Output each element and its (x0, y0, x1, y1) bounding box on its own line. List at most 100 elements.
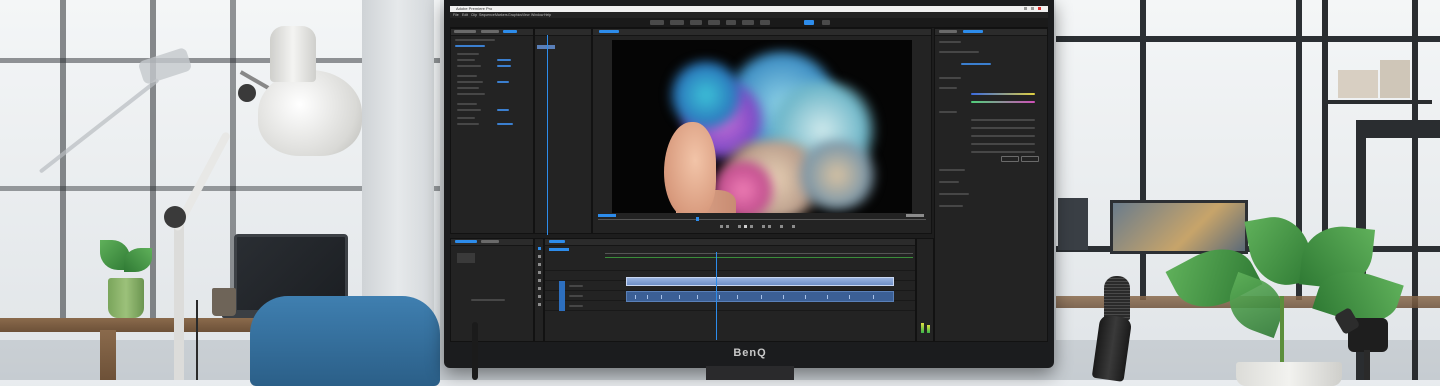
audio-clip[interactable] (626, 291, 894, 302)
property-row[interactable] (939, 77, 961, 79)
panel-tab[interactable] (481, 240, 499, 243)
mini-clip[interactable] (537, 45, 555, 49)
property-row[interactable] (455, 45, 485, 47)
ink-cloud (792, 140, 882, 210)
property-row[interactable] (939, 111, 957, 113)
workspace-tab[interactable] (708, 20, 720, 25)
property-row[interactable] (457, 75, 477, 77)
property-row[interactable] (939, 41, 961, 43)
workspace-tab[interactable] (742, 20, 754, 25)
slider-track[interactable] (971, 101, 1035, 103)
workspace-tab[interactable] (650, 20, 664, 25)
pen-tool-icon[interactable] (538, 287, 541, 290)
property-row[interactable] (939, 51, 979, 53)
panel-tab-active[interactable] (503, 30, 517, 33)
property-value[interactable] (497, 81, 509, 83)
track-select-icon[interactable] (538, 255, 541, 258)
property-row[interactable] (457, 103, 477, 105)
track-target-highlight[interactable] (559, 281, 565, 311)
track-header[interactable] (569, 285, 583, 287)
settings-icon[interactable] (792, 225, 795, 228)
selection-tool-icon[interactable] (538, 247, 541, 250)
auto-button[interactable] (1021, 156, 1039, 162)
workspace-tab[interactable] (822, 20, 830, 25)
property-row[interactable] (457, 123, 479, 125)
property-value[interactable] (497, 123, 513, 125)
step-forward-icon[interactable] (750, 225, 753, 228)
workspace-tab[interactable] (726, 20, 736, 25)
section-header[interactable] (939, 205, 963, 207)
slider-track[interactable] (971, 135, 1035, 137)
reset-button[interactable] (1001, 156, 1019, 162)
project-item-label[interactable] (471, 299, 505, 301)
scrub-bar[interactable] (598, 219, 926, 220)
lut-dropdown[interactable] (961, 63, 991, 65)
property-row[interactable] (457, 109, 481, 111)
slider-track[interactable] (971, 143, 1035, 145)
effect-controls-panel (450, 28, 534, 234)
work-area-bar[interactable] (605, 257, 913, 258)
source-timeline-panel (534, 28, 592, 235)
track-row-a2[interactable] (545, 301, 915, 311)
play-icon[interactable] (744, 225, 747, 228)
property-value[interactable] (497, 59, 511, 61)
property-row[interactable] (457, 65, 481, 67)
property-row[interactable] (457, 87, 479, 89)
section-header[interactable] (939, 181, 959, 183)
panel-tab-active[interactable] (963, 30, 983, 33)
subject-face (664, 122, 716, 213)
workspace-tab-active[interactable] (804, 20, 814, 25)
property-row[interactable] (457, 81, 483, 83)
slider-track[interactable] (971, 151, 1035, 153)
minimize-icon[interactable] (1024, 7, 1027, 10)
panel-tab-active[interactable] (549, 240, 565, 243)
panel-tab[interactable] (939, 30, 957, 33)
property-value[interactable] (497, 109, 509, 111)
close-icon[interactable] (1038, 7, 1041, 10)
source-playhead[interactable] (547, 35, 548, 235)
playhead-marker[interactable] (696, 217, 699, 221)
timecode-right (906, 214, 924, 217)
maximize-icon[interactable] (1031, 7, 1034, 10)
video-clip[interactable] (626, 277, 894, 286)
track-header[interactable] (569, 305, 583, 307)
property-row[interactable] (457, 93, 485, 95)
section-header[interactable] (939, 169, 965, 171)
workspace-tab[interactable] (670, 20, 684, 25)
panel-tab-active[interactable] (599, 30, 619, 33)
monitor-screen: Adobe Premiere Pro File Edit Clip Sequen… (450, 6, 1048, 342)
lift-icon[interactable] (762, 225, 765, 228)
razor-tool-icon[interactable] (538, 271, 541, 274)
track-row-v3[interactable] (545, 261, 915, 271)
project-item-thumbnail[interactable] (457, 253, 475, 263)
slider-track[interactable] (971, 93, 1035, 95)
export-frame-icon[interactable] (780, 225, 783, 228)
property-row[interactable] (457, 117, 475, 119)
track-header[interactable] (569, 295, 583, 297)
time-ruler[interactable] (605, 253, 913, 254)
workspace-tab[interactable] (690, 20, 702, 25)
panel-tab-active[interactable] (455, 240, 477, 243)
step-back-icon[interactable] (738, 225, 741, 228)
panel-header (545, 239, 915, 246)
property-row[interactable] (457, 59, 475, 61)
timeline-playhead[interactable] (716, 252, 717, 340)
mark-out-icon[interactable] (726, 225, 729, 228)
property-row[interactable] (457, 53, 479, 55)
property-row[interactable] (455, 39, 495, 41)
panel-tab[interactable] (454, 30, 476, 33)
hand-tool-icon[interactable] (538, 295, 541, 298)
workspace-tab[interactable] (760, 20, 770, 25)
property-row[interactable] (939, 87, 957, 89)
extract-icon[interactable] (768, 225, 771, 228)
section-header[interactable] (939, 193, 969, 195)
ripple-edit-icon[interactable] (538, 263, 541, 266)
slider-track[interactable] (971, 127, 1035, 129)
type-tool-icon[interactable] (538, 303, 541, 306)
mark-in-icon[interactable] (720, 225, 723, 228)
ink-cloud (666, 60, 746, 130)
property-value[interactable] (497, 65, 511, 67)
slider-track[interactable] (971, 119, 1035, 121)
panel-tab[interactable] (481, 30, 499, 33)
slip-tool-icon[interactable] (538, 279, 541, 282)
